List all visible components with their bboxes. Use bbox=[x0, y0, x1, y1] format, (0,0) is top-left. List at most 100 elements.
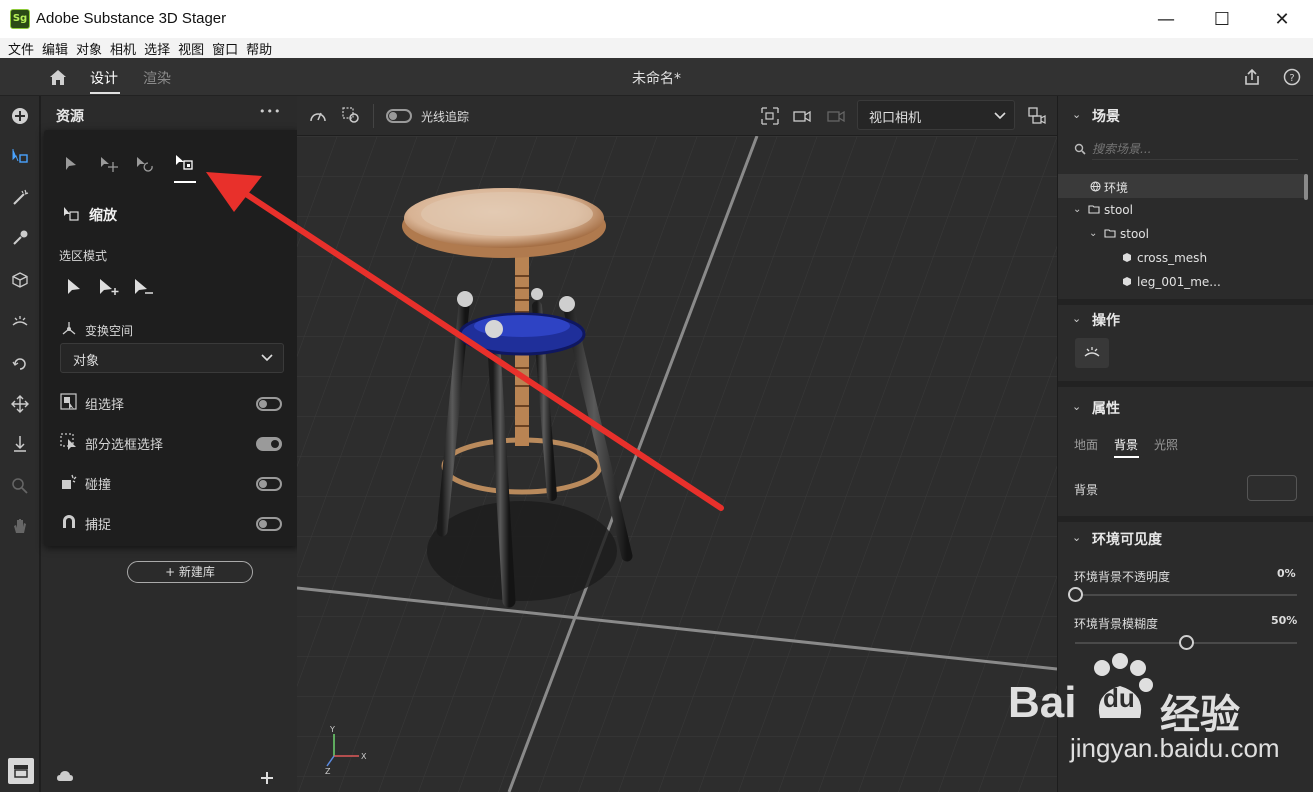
scene-search-input[interactable] bbox=[1092, 138, 1298, 160]
help-icon[interactable]: ? bbox=[1283, 68, 1301, 86]
camera-from-view-icon[interactable] bbox=[792, 106, 812, 126]
share-icon[interactable] bbox=[1243, 68, 1261, 86]
rotate-icon[interactable] bbox=[8, 352, 32, 376]
folder-icon bbox=[1088, 205, 1100, 214]
blur-slider-thumb[interactable] bbox=[1179, 635, 1194, 650]
chevron-down-icon[interactable]: ⌄ bbox=[1072, 400, 1081, 413]
assets-toggle-icon[interactable] bbox=[8, 758, 34, 784]
search-icon bbox=[1074, 143, 1086, 155]
3d-viewport[interactable]: Y X Z bbox=[297, 136, 1057, 792]
add-icon[interactable] bbox=[8, 104, 32, 128]
menu-file[interactable]: 文件 bbox=[4, 39, 38, 58]
selection-add-icon[interactable] bbox=[98, 278, 120, 296]
action-button[interactable] bbox=[1075, 338, 1109, 368]
menu-edit[interactable]: 编辑 bbox=[38, 39, 72, 58]
camera-disabled-icon[interactable] bbox=[826, 106, 846, 126]
background-color-swatch[interactable] bbox=[1247, 475, 1297, 501]
group-select-icon bbox=[60, 393, 77, 410]
chevron-down-icon[interactable]: ⌄ bbox=[1072, 312, 1081, 325]
tree-item-leg-mesh[interactable]: leg_001_me... bbox=[1137, 275, 1221, 289]
tree-item-stool[interactable]: stool bbox=[1104, 203, 1133, 217]
select-tool-icon[interactable] bbox=[8, 144, 32, 168]
camera-dropdown-value: 视口相机 bbox=[869, 111, 922, 126]
option-label: 捕捉 bbox=[85, 518, 112, 533]
menu-camera[interactable]: 相机 bbox=[106, 39, 140, 58]
eyedropper-icon[interactable] bbox=[8, 226, 32, 250]
opacity-slider-track[interactable] bbox=[1075, 594, 1297, 596]
document-title: 未命名* bbox=[632, 71, 681, 87]
cloud-sync-icon[interactable] bbox=[56, 768, 76, 784]
env-visibility-title: 环境可见度 bbox=[1092, 532, 1162, 548]
viewport-scene: Y X Z bbox=[297, 136, 1057, 792]
transform-space-dropdown[interactable]: 对象 bbox=[60, 343, 284, 373]
tab-lighting[interactable]: 光照 bbox=[1154, 436, 1178, 453]
light-icon[interactable] bbox=[8, 310, 32, 334]
selection-new-icon[interactable] bbox=[66, 278, 82, 296]
selection-mode-label: 选区模式 bbox=[59, 249, 108, 263]
camera-settings-icon[interactable] bbox=[1027, 106, 1047, 126]
active-tool-indicator bbox=[174, 181, 196, 183]
scene-title: 场景 bbox=[1092, 109, 1120, 125]
tree-item-environment[interactable]: 环境 bbox=[1104, 179, 1128, 196]
select-arrow-icon[interactable] bbox=[64, 156, 78, 172]
camera-dropdown[interactable]: 视口相机 bbox=[857, 100, 1015, 130]
cube-icon[interactable] bbox=[8, 268, 32, 292]
render-settings-icon[interactable] bbox=[341, 106, 361, 124]
tree-scrollbar[interactable] bbox=[1304, 174, 1308, 200]
raytrace-toggle[interactable] bbox=[386, 109, 412, 123]
magnet-icon bbox=[63, 515, 75, 528]
hand-icon[interactable] bbox=[8, 514, 32, 538]
select-scale-icon[interactable] bbox=[174, 154, 196, 172]
maximize-button[interactable]: ☐ bbox=[1199, 0, 1245, 38]
tab-background[interactable]: 背景 bbox=[1114, 436, 1138, 453]
opacity-slider-thumb[interactable] bbox=[1068, 587, 1083, 602]
menu-window[interactable]: 窗口 bbox=[208, 39, 242, 58]
select-move-icon[interactable] bbox=[100, 156, 120, 174]
menu-help[interactable]: 帮助 bbox=[242, 39, 276, 58]
tree-item-cross-mesh[interactable]: cross_mesh bbox=[1137, 251, 1207, 265]
chevron-down-icon bbox=[994, 112, 1006, 120]
zoom-icon[interactable] bbox=[8, 474, 32, 498]
chevron-down-icon[interactable]: ⌄ bbox=[1072, 108, 1081, 121]
selection-subtract-icon[interactable] bbox=[133, 278, 155, 296]
chevron-down-icon[interactable]: ⌄ bbox=[1073, 204, 1081, 215]
tab-ground[interactable]: 地面 bbox=[1074, 436, 1098, 453]
close-button[interactable]: ✕ bbox=[1259, 0, 1305, 38]
slider-value: 50% bbox=[1271, 614, 1298, 627]
new-library-button[interactable]: + 新建库 bbox=[127, 561, 253, 583]
chevron-down-icon[interactable]: ⌄ bbox=[1089, 228, 1097, 239]
group-select-toggle[interactable] bbox=[256, 397, 282, 411]
menu-select[interactable]: 选择 bbox=[140, 39, 174, 58]
svg-text:?: ? bbox=[1289, 73, 1294, 84]
panel-separator bbox=[1058, 299, 1313, 305]
option-label: 碰撞 bbox=[85, 478, 112, 493]
app-title: Adobe Substance 3D Stager bbox=[36, 10, 227, 27]
menu-object[interactable]: 对象 bbox=[72, 39, 106, 58]
more-options-icon[interactable]: ••• bbox=[259, 105, 281, 118]
speedometer-icon[interactable] bbox=[309, 107, 327, 123]
minimize-button[interactable]: — bbox=[1143, 0, 1189, 38]
drop-to-floor-icon[interactable] bbox=[8, 432, 32, 456]
partial-marquee-toggle[interactable] bbox=[256, 437, 282, 451]
select-tool-popover: 缩放 选区模式 变换空间 对象 组选择 部分选框选择 碰撞 捕捉 bbox=[44, 130, 299, 546]
mesh-icon bbox=[1123, 253, 1131, 262]
axis-y-label: Y bbox=[329, 725, 335, 734]
option-label: 部分选框选择 bbox=[85, 438, 164, 453]
transform-space-label: 变换空间 bbox=[85, 324, 134, 338]
collision-toggle[interactable] bbox=[256, 477, 282, 491]
active-tab-indicator bbox=[1114, 456, 1139, 458]
menu-view[interactable]: 视图 bbox=[174, 39, 208, 58]
magic-wand-icon[interactable] bbox=[8, 186, 32, 210]
tree-item-stool-group[interactable]: stool bbox=[1120, 227, 1149, 241]
chevron-down-icon bbox=[261, 354, 273, 362]
frame-camera-icon[interactable] bbox=[760, 106, 780, 126]
mesh-icon bbox=[1123, 277, 1131, 286]
snapping-toggle[interactable] bbox=[256, 517, 282, 531]
transform-space-icon bbox=[62, 322, 76, 335]
slider-label: 环境背景模糊度 bbox=[1074, 617, 1159, 631]
chevron-down-icon[interactable]: ⌄ bbox=[1072, 531, 1081, 544]
add-asset-icon[interactable] bbox=[259, 770, 275, 786]
assets-title: 资源 bbox=[56, 109, 84, 125]
select-rotate-icon[interactable] bbox=[136, 156, 156, 174]
move-icon[interactable] bbox=[8, 392, 32, 416]
